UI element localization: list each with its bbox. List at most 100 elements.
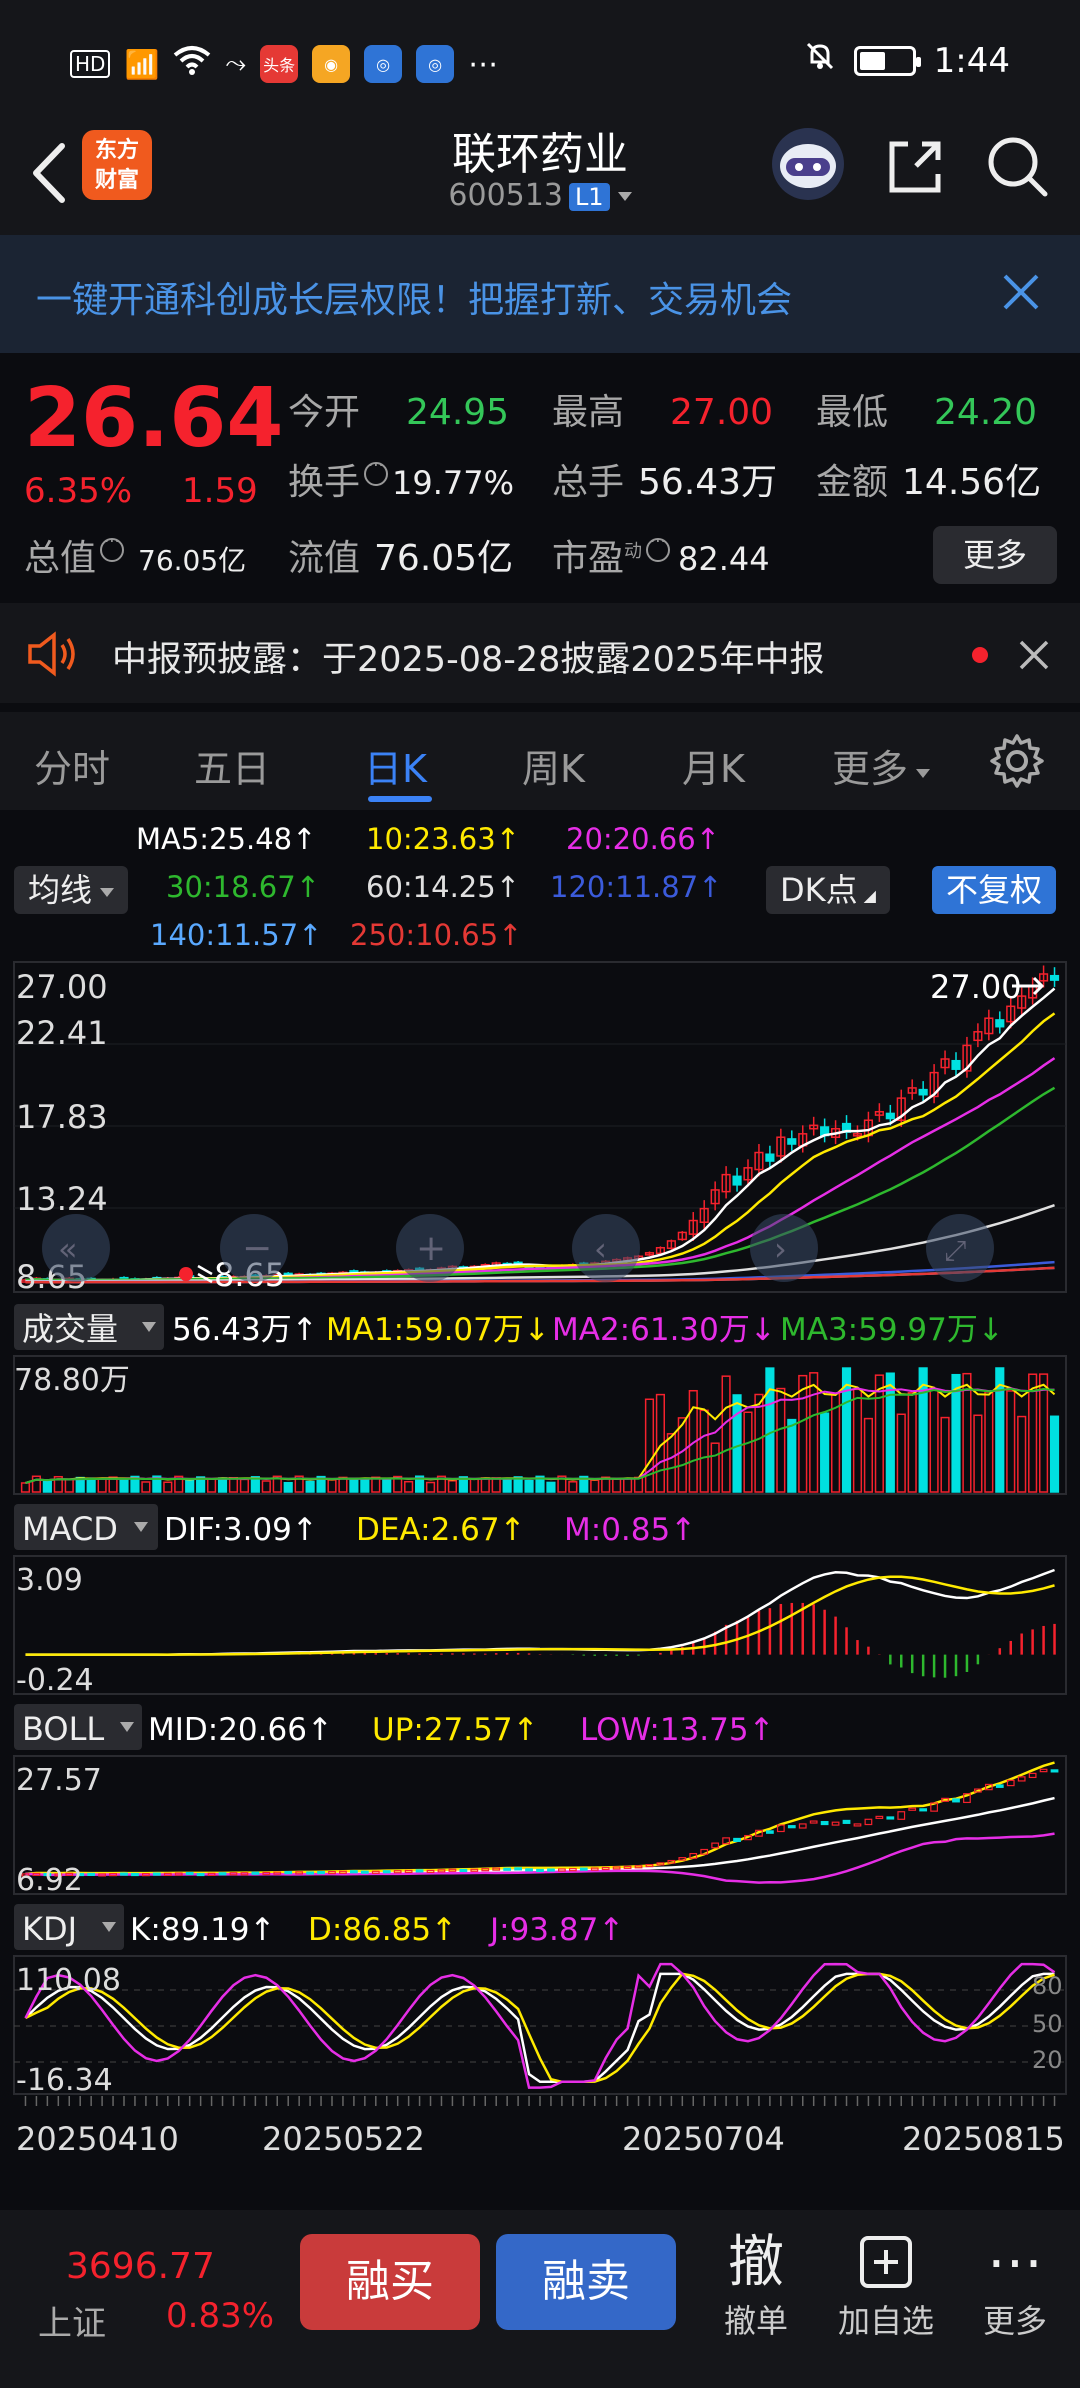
- volume-label: 总手: [552, 462, 625, 503]
- volume-bar: [119, 1479, 129, 1493]
- turnover-value: 19.77%: [392, 464, 515, 502]
- high-marker-text: 27.00: [930, 968, 1022, 1006]
- volume-bar: [798, 1374, 808, 1493]
- volume-bar: [743, 1411, 753, 1493]
- volume-bar: [666, 1433, 676, 1493]
- volume-bar: [502, 1478, 512, 1493]
- margin-sell-button[interactable]: 融卖: [496, 2234, 676, 2330]
- boll-candle: [251, 1871, 260, 1875]
- volume-bar: [765, 1367, 775, 1493]
- dk-point-button[interactable]: DK点 ◢: [766, 866, 890, 914]
- ma140-value: 140:11.57↑: [150, 918, 323, 952]
- candle: [984, 1009, 994, 1041]
- ma-selector[interactable]: 均线: [14, 866, 129, 914]
- volume-bar: [820, 1412, 830, 1493]
- status-right: 1:44: [804, 40, 1010, 81]
- close-icon[interactable]: [1000, 271, 1042, 313]
- info-icon[interactable]: [100, 531, 125, 562]
- kdj-j: J:93.87↑: [488, 1912, 624, 1948]
- tab-weekly-k[interactable]: 周K: [522, 738, 585, 793]
- kdj-j-line: [24, 1962, 1056, 2089]
- more-dots-icon: ⋯: [987, 2230, 1043, 2295]
- level-badge: L1: [568, 183, 610, 211]
- plus-square-icon: [860, 2236, 912, 2288]
- boll-candle: [798, 1823, 807, 1829]
- svg-text:⤢: ⤢: [944, 1234, 966, 1267]
- close-icon[interactable]: [1018, 639, 1050, 671]
- pe-dynamic-mark: 动: [624, 541, 643, 562]
- volume-bar: [480, 1477, 490, 1493]
- candle: [710, 1181, 720, 1211]
- volume-bars: [20, 1367, 1060, 1493]
- float-field: 流值 76.05亿: [288, 529, 513, 581]
- robot-assistant-icon[interactable]: [768, 124, 848, 204]
- info-icon[interactable]: [646, 531, 671, 562]
- volume-bar: [973, 1414, 983, 1493]
- boll-candle: [853, 1823, 862, 1827]
- candle: [765, 1145, 775, 1168]
- tab-monthly-k[interactable]: 月K: [682, 738, 745, 793]
- candle: [699, 1200, 709, 1230]
- add-watchlist-button[interactable]: 加自选: [826, 2230, 946, 2342]
- volume-bar: [97, 1478, 107, 1493]
- boll-candle: [503, 1867, 512, 1871]
- add-watchlist-label: 加自选: [837, 2302, 934, 2340]
- macd-m: M:0.85↑: [564, 1512, 696, 1548]
- volume-bar: [86, 1477, 96, 1493]
- boll-candle: [919, 1808, 928, 1812]
- candle: [874, 1103, 884, 1122]
- promo-banner[interactable]: 一键开通科创成长层权限！把握打新、交易机会: [0, 235, 1080, 353]
- info-icon[interactable]: [364, 455, 389, 486]
- tab-more[interactable]: 更多: [832, 738, 931, 793]
- more-notifications-icon: ⋯: [468, 46, 499, 82]
- tab-intraday[interactable]: 分时: [34, 738, 110, 793]
- volume-bar: [852, 1388, 863, 1493]
- volume-bar: [863, 1417, 874, 1493]
- search-icon[interactable]: [985, 134, 1051, 200]
- gear-icon[interactable]: [988, 732, 1046, 790]
- macd-selector-label: MACD: [22, 1510, 118, 1548]
- volume-bar: [283, 1481, 293, 1493]
- candle: [918, 1081, 928, 1102]
- cancel-order-button[interactable]: 撤 撤单: [696, 2230, 816, 2342]
- candle: [820, 1118, 830, 1143]
- y-tick-max: 27.00: [16, 968, 108, 1006]
- svg-text:+: +: [416, 1228, 446, 1269]
- kdj-selector-label: KDJ: [22, 1910, 77, 1948]
- boll-candle: [382, 1870, 391, 1874]
- boll-candle: [120, 1872, 128, 1876]
- boll-candle: [547, 1868, 555, 1872]
- mute-icon: [804, 40, 836, 81]
- low-field: 最低 24.20: [816, 383, 1037, 435]
- app-notify-icon-1: ◎: [364, 45, 403, 83]
- volume-bar: [896, 1413, 906, 1493]
- boll-candle: [908, 1807, 917, 1811]
- candle: [721, 1166, 731, 1199]
- open-label: 今开: [288, 392, 361, 433]
- high-value: 27.00: [670, 392, 774, 433]
- margin-buy-button[interactable]: 融买: [300, 2234, 480, 2330]
- y-tick-2: 22.41: [16, 1014, 108, 1052]
- volume-field: 总手 56.43万: [552, 453, 777, 505]
- boll-candle: [87, 1872, 96, 1876]
- boll-candle: [185, 1871, 194, 1876]
- more-quote-button[interactable]: 更多: [933, 526, 1057, 584]
- tab-five-day[interactable]: 五日: [194, 738, 270, 793]
- high-label: 最高: [552, 392, 625, 433]
- boll-candle: [360, 1870, 369, 1874]
- volume-bar: [1049, 1415, 1060, 1493]
- more-actions-button[interactable]: ⋯ 更多: [955, 2230, 1075, 2342]
- active-tab-indicator: [368, 796, 432, 802]
- tab-daily-k[interactable]: 日K: [364, 738, 427, 793]
- ma-selector-label: 均线: [28, 871, 93, 909]
- boll-candle: [809, 1820, 818, 1824]
- macd-lines: [25, 1568, 1055, 1656]
- adjust-mode-button[interactable]: 不复权: [932, 866, 1057, 914]
- ma250-value: 250:10.65↑: [350, 918, 523, 952]
- share-icon[interactable]: [882, 134, 948, 200]
- kdj-y-max: 110.08: [16, 1963, 121, 1998]
- kline-chart-area[interactable]: 27.00 22.41 17.83 13.24 8.65 27.00 8.65 …: [0, 960, 1080, 2200]
- volume-bar: [776, 1387, 786, 1493]
- volume-bar: [141, 1481, 151, 1493]
- notice-bar[interactable]: 中报预披露：于2025-08-28披露2025年中报: [0, 603, 1080, 703]
